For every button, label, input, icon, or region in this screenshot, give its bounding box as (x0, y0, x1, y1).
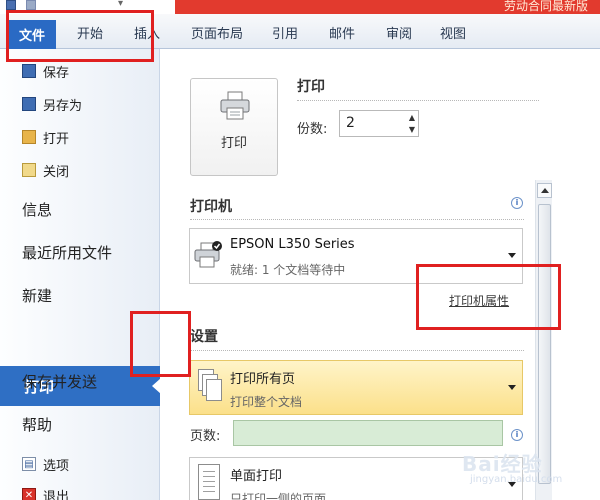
save-icon (22, 64, 36, 78)
watermark-url: jingyan.baidu.com (470, 474, 563, 485)
nav-close-label: 关闭 (43, 164, 70, 180)
word-app-icon[interactable] (6, 0, 16, 10)
options-icon: ▤ (22, 457, 36, 471)
close-doc-icon (22, 163, 36, 177)
chevron-down-icon (508, 253, 516, 258)
annotation-box-file-tab (6, 10, 154, 62)
scroll-thumb[interactable] (538, 204, 551, 484)
chevron-down-icon (508, 385, 516, 390)
nav-exit[interactable]: ✕ 退出 (22, 483, 69, 500)
divider (190, 219, 524, 220)
nav-new[interactable]: 新建 (22, 275, 52, 315)
printer-name: EPSON L350 Series (230, 237, 355, 252)
scroll-up-icon[interactable] (537, 183, 552, 198)
printer-status: 就绪: 1 个文档等待中 (230, 263, 346, 277)
backstage-nav: 保存 另存为 打开 关闭 信息 最近所用文件 新建 打印 保存并发送 帮助 ▤ … (0, 49, 161, 500)
tab-references[interactable]: 引用 (272, 23, 298, 42)
pages-icon (196, 367, 222, 405)
nav-save-as[interactable]: 另存为 (22, 92, 82, 116)
print-range-title: 打印所有页 (230, 372, 296, 387)
nav-save-send[interactable]: 保存并发送 (22, 361, 97, 401)
settings-heading: 设置 (190, 329, 218, 345)
info-icon[interactable]: i (511, 197, 523, 209)
sides-subtitle: 只打印一侧的页面 (230, 492, 327, 500)
window-title: 劳动合同最新版 (503, 0, 588, 13)
info-icon[interactable]: i (511, 429, 523, 441)
copies-value: 2 (346, 115, 355, 131)
tab-view[interactable]: 视图 (440, 23, 466, 42)
nav-help[interactable]: 帮助 (22, 404, 52, 444)
divider (297, 100, 539, 101)
annotation-box-printer-properties (416, 264, 561, 330)
copies-stepper[interactable]: 2 ▲ ▼ (339, 110, 419, 137)
document-icon (198, 464, 220, 500)
tab-page-layout[interactable]: 页面布局 (191, 23, 243, 42)
spin-down-icon[interactable]: ▼ (409, 126, 415, 134)
nav-save[interactable]: 保存 (22, 59, 69, 83)
nav-recent[interactable]: 最近所用文件 (22, 232, 112, 272)
nav-info[interactable]: 信息 (22, 189, 52, 229)
save-as-icon (22, 97, 36, 111)
open-folder-icon (22, 130, 36, 144)
nav-save-label: 保存 (43, 65, 70, 81)
nav-open[interactable]: 打开 (22, 125, 69, 149)
print-button[interactable]: 打印 (190, 78, 278, 176)
watermark-logo: Bai经验 (462, 452, 543, 476)
nav-options[interactable]: ▤ 选项 (22, 452, 69, 476)
print-range-subtitle: 打印整个文档 (230, 395, 303, 409)
nav-save-as-label: 另存为 (43, 98, 83, 114)
pages-label: 页数: (190, 429, 221, 444)
nav-close[interactable]: 关闭 (22, 158, 69, 182)
annotation-box-print (130, 311, 191, 377)
spin-up-icon[interactable]: ▲ (409, 114, 415, 122)
printer-icon (194, 241, 222, 268)
nav-open-label: 打开 (43, 131, 70, 147)
tab-mailings[interactable]: 邮件 (329, 23, 355, 42)
copies-label: 份数: (297, 122, 328, 137)
nav-exit-label: 退出 (43, 489, 70, 500)
printer-heading: 打印机 (190, 199, 232, 215)
print-heading: 打印 (297, 79, 325, 95)
print-button-label: 打印 (220, 136, 247, 151)
divider (190, 350, 524, 351)
pages-input[interactable] (233, 420, 503, 446)
quick-save-icon[interactable] (26, 0, 36, 10)
exit-icon: ✕ (22, 488, 36, 500)
tab-review[interactable]: 审阅 (386, 23, 412, 42)
window-title-area: 劳动合同最新版 (175, 0, 600, 14)
quick-access-dropdown-icon[interactable]: ▾ (118, 0, 123, 9)
sides-title: 单面打印 (230, 469, 283, 484)
nav-options-label: 选项 (43, 458, 70, 474)
preview-area (558, 49, 600, 500)
print-range-dropdown[interactable]: 打印所有页 打印整个文档 (189, 360, 523, 415)
printer-icon (220, 91, 250, 120)
